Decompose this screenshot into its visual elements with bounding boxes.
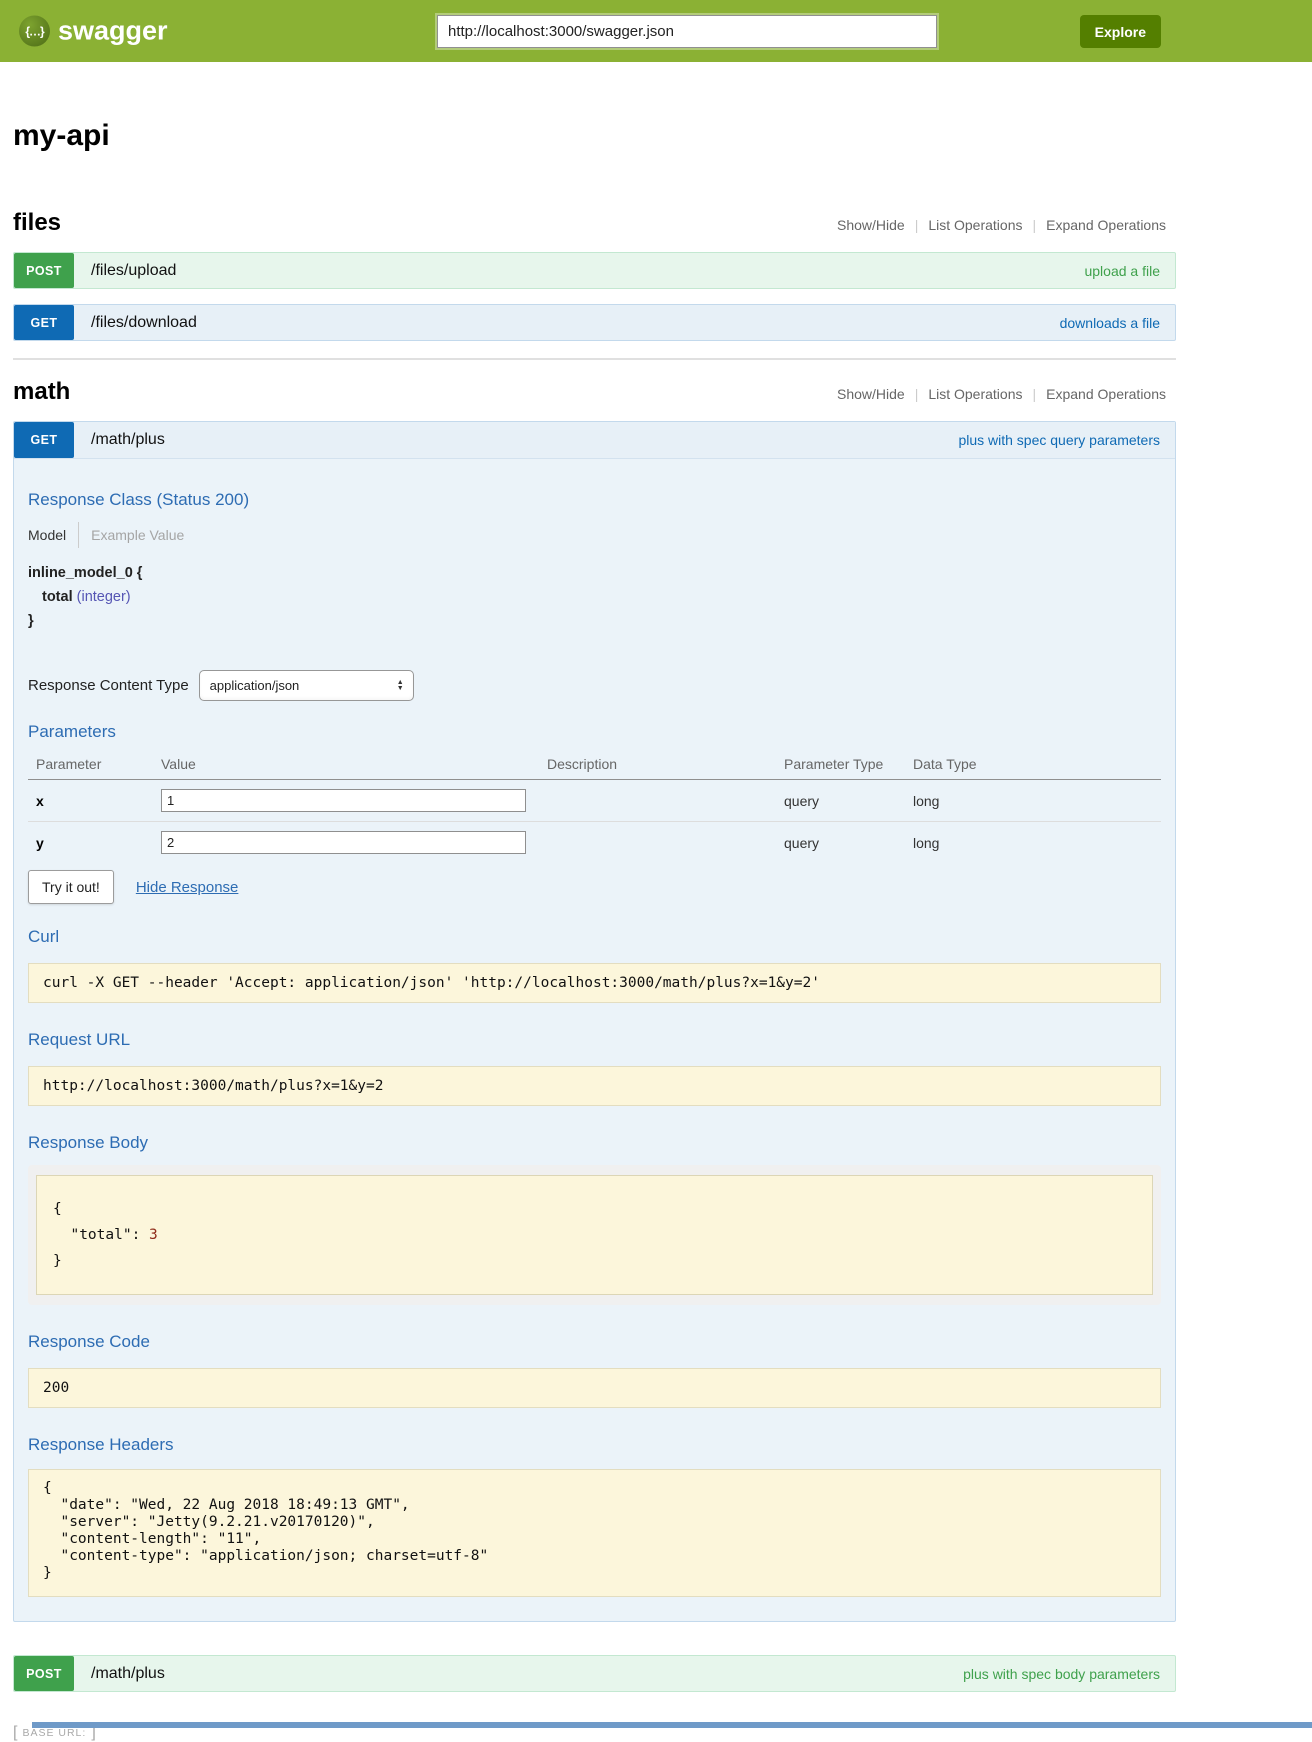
model-signature: inline_model_0 { total (integer) } bbox=[28, 561, 1161, 633]
main-content: my-api files Show/Hide | List Operations… bbox=[13, 119, 1176, 1742]
parameters-header-row: Parameter Value Description Parameter Ty… bbox=[28, 748, 1161, 780]
col-data-type: Data Type bbox=[905, 748, 1161, 780]
parameter-description bbox=[539, 822, 776, 864]
try-it-out-button[interactable]: Try it out! bbox=[28, 870, 114, 904]
header-bar: {…} swagger Explore bbox=[0, 0, 1312, 62]
parameter-row-x: x query long bbox=[28, 780, 1161, 822]
response-headers-json: { "date": "Wed, 22 Aug 2018 18:49:13 GMT… bbox=[28, 1469, 1161, 1597]
bottom-status-bar bbox=[32, 1722, 1312, 1728]
col-parameter: Parameter bbox=[28, 748, 153, 780]
request-url-heading: Request URL bbox=[28, 1030, 1161, 1050]
response-content-type-select[interactable]: application/json ▲▼ bbox=[199, 670, 414, 701]
parameters-table: Parameter Value Description Parameter Ty… bbox=[28, 748, 1161, 863]
get-method-badge: GET bbox=[14, 422, 74, 458]
expand-operations-link[interactable]: Expand Operations bbox=[1036, 217, 1176, 233]
parameter-type: query bbox=[776, 780, 905, 822]
model-property-name: total bbox=[42, 589, 73, 605]
base-url-label: BASE URL: bbox=[17, 1727, 91, 1739]
response-content-type-label: Response Content Type bbox=[28, 677, 189, 694]
parameter-x-input[interactable] bbox=[161, 789, 526, 812]
request-url-value: http://localhost:3000/math/plus?x=1&y=2 bbox=[28, 1066, 1161, 1106]
show-hide-link[interactable]: Show/Hide bbox=[827, 386, 915, 402]
math-section-title: math bbox=[13, 378, 70, 406]
parameter-y-input[interactable] bbox=[161, 831, 526, 854]
brand-title: swagger bbox=[58, 16, 168, 47]
response-body-json-suffix: } bbox=[53, 1253, 62, 1269]
math-section-controls: Show/Hide | List Operations | Expand Ope… bbox=[827, 386, 1176, 402]
response-body-container: { "total": 3 } bbox=[28, 1165, 1161, 1305]
curl-heading: Curl bbox=[28, 927, 1161, 947]
list-operations-link[interactable]: List Operations bbox=[918, 217, 1032, 233]
get-method-badge: GET bbox=[14, 305, 74, 340]
response-content-type-value: application/json bbox=[210, 678, 300, 693]
response-content-type-row: Response Content Type application/json ▲… bbox=[28, 670, 1161, 701]
actions-row: Try it out! Hide Response bbox=[28, 870, 1161, 904]
response-code-heading: Response Code bbox=[28, 1332, 1161, 1352]
endpoint-path-link[interactable]: /math/plus bbox=[91, 1665, 165, 1683]
parameter-row-y: y query long bbox=[28, 822, 1161, 864]
endpoint-path-link[interactable]: /math/plus bbox=[91, 431, 165, 449]
endpoint-summary-link[interactable]: upload a file bbox=[1084, 263, 1160, 279]
parameter-description bbox=[539, 780, 776, 822]
expand-operations-link[interactable]: Expand Operations bbox=[1036, 386, 1176, 402]
tab-model[interactable]: Model bbox=[28, 527, 78, 543]
select-arrows-icon: ▲▼ bbox=[397, 680, 404, 692]
parameter-name: x bbox=[28, 780, 153, 822]
endpoint-row-math-plus-get[interactable]: GET /math/plus plus with spec query para… bbox=[14, 422, 1175, 459]
parameters-heading: Parameters bbox=[28, 722, 1161, 742]
show-hide-link[interactable]: Show/Hide bbox=[827, 217, 915, 233]
response-class-heading: Response Class (Status 200) bbox=[28, 490, 1161, 510]
endpoint-row-math-plus-post[interactable]: POST /math/plus plus with spec body para… bbox=[13, 1655, 1176, 1692]
col-parameter-type: Parameter Type bbox=[776, 748, 905, 780]
swagger-logo-icon: {…} bbox=[19, 16, 50, 47]
tab-example-value[interactable]: Example Value bbox=[79, 527, 184, 543]
model-close-line: } bbox=[28, 609, 1161, 633]
swagger-ui-page: { "colors": { "header_green": "#8bb134",… bbox=[0, 0, 1312, 1728]
parameter-data-type: long bbox=[905, 822, 1161, 864]
model-open-line: inline_model_0 { bbox=[28, 561, 1161, 585]
files-section-header: files Show/Hide | List Operations | Expa… bbox=[13, 209, 1176, 237]
hide-response-link[interactable]: Hide Response bbox=[136, 879, 239, 896]
endpoint-row-files-upload[interactable]: POST /files/upload upload a file bbox=[13, 252, 1176, 289]
post-method-badge: POST bbox=[14, 253, 74, 288]
swagger-logo-glyph: {…} bbox=[25, 24, 43, 38]
endpoint-summary-link[interactable]: plus with spec body parameters bbox=[963, 1666, 1160, 1682]
response-headers-heading: Response Headers bbox=[28, 1435, 1161, 1455]
parameter-type: query bbox=[776, 822, 905, 864]
endpoint-panel-math-plus-get: GET /math/plus plus with spec query para… bbox=[13, 421, 1176, 1622]
model-tabs: Model Example Value bbox=[28, 522, 1161, 548]
explore-button[interactable]: Explore bbox=[1080, 15, 1161, 48]
response-body-json-value: 3 bbox=[149, 1227, 158, 1243]
endpoint-row-files-download[interactable]: GET /files/download downloads a file bbox=[13, 304, 1176, 341]
files-section-controls: Show/Hide | List Operations | Expand Ope… bbox=[827, 217, 1176, 233]
response-code-value: 200 bbox=[28, 1368, 1161, 1408]
list-operations-link[interactable]: List Operations bbox=[918, 386, 1032, 402]
section-divider bbox=[13, 358, 1176, 360]
parameter-data-type: long bbox=[905, 780, 1161, 822]
endpoint-path-link[interactable]: /files/upload bbox=[91, 262, 176, 280]
post-method-badge: POST bbox=[14, 1656, 74, 1691]
spec-url-input[interactable] bbox=[437, 15, 937, 48]
response-body-heading: Response Body bbox=[28, 1133, 1161, 1153]
brand-logo[interactable]: {…} swagger bbox=[19, 16, 168, 47]
api-title: my-api bbox=[13, 119, 1176, 153]
endpoint-summary-link[interactable]: downloads a file bbox=[1060, 315, 1160, 331]
curl-command: curl -X GET --header 'Accept: applicatio… bbox=[28, 963, 1161, 1003]
col-value: Value bbox=[153, 748, 539, 780]
operation-details: Response Class (Status 200) Model Exampl… bbox=[14, 490, 1175, 1621]
endpoint-summary-link[interactable]: plus with spec query parameters bbox=[958, 432, 1160, 448]
math-section-header: math Show/Hide | List Operations | Expan… bbox=[13, 378, 1176, 406]
parameter-name: y bbox=[28, 822, 153, 864]
model-property-line: total (integer) bbox=[28, 585, 1161, 609]
col-description: Description bbox=[539, 748, 776, 780]
endpoint-path-link[interactable]: /files/download bbox=[91, 314, 197, 332]
response-body-json-prefix: { "total": bbox=[53, 1201, 149, 1243]
response-body-json: { "total": 3 } bbox=[36, 1175, 1153, 1295]
model-property-type: (integer) bbox=[77, 589, 131, 605]
files-section-title: files bbox=[13, 209, 61, 237]
